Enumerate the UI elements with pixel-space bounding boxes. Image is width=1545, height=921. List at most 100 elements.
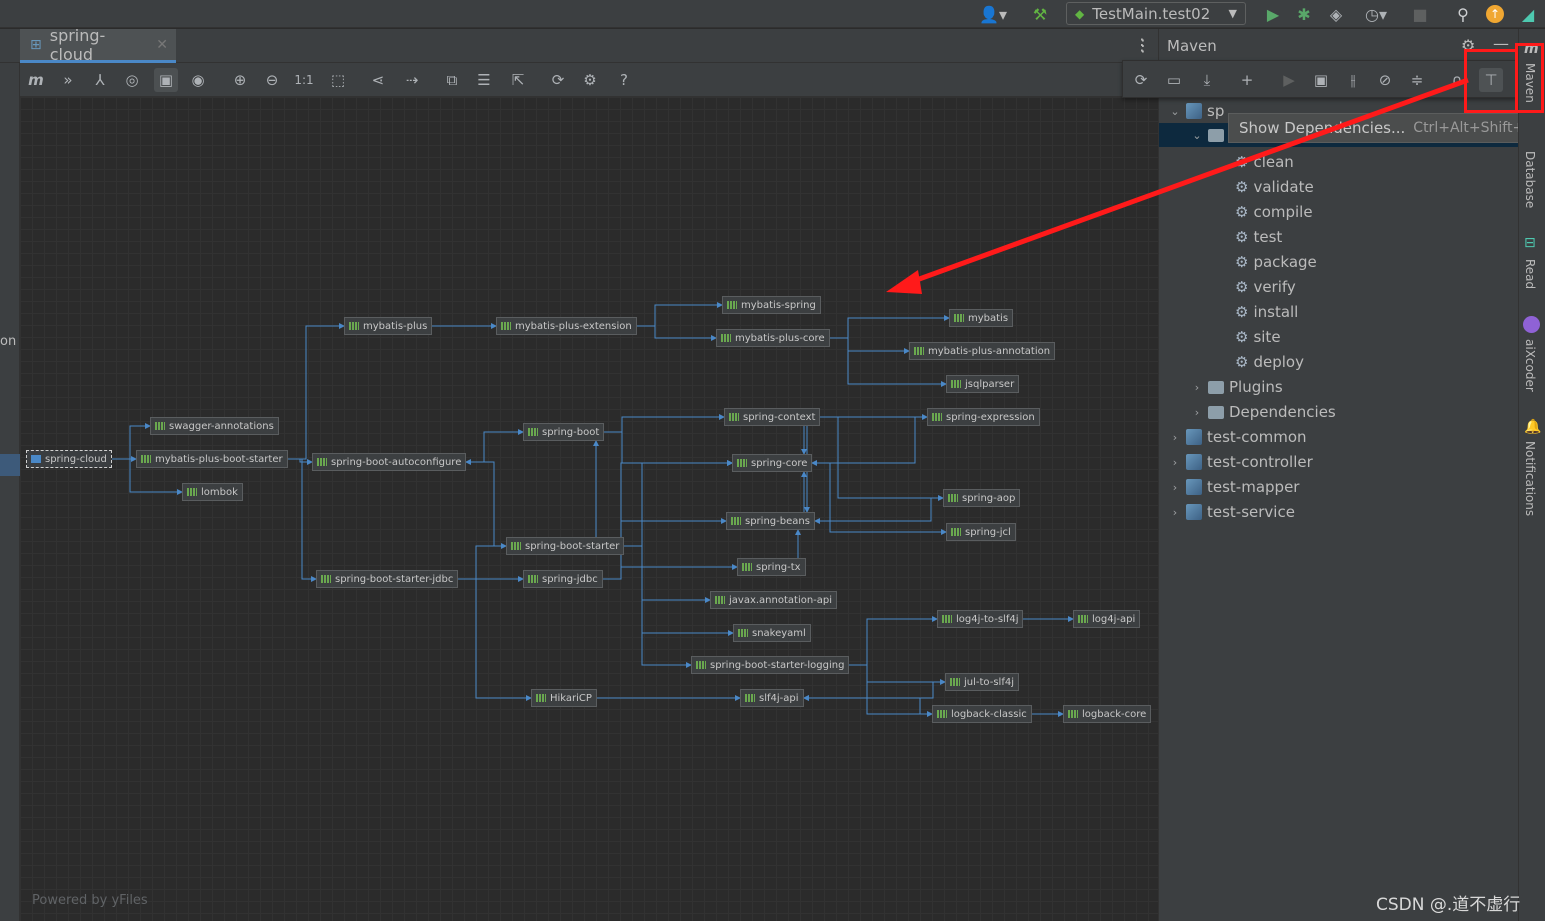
fit-page-icon[interactable]: ⬚	[326, 68, 350, 92]
node-spring-context[interactable]: spring-context	[724, 408, 821, 426]
node-mybatis[interactable]: mybatis	[949, 309, 1014, 327]
export-icon[interactable]: ⇱	[506, 68, 530, 92]
lifecycle-validate[interactable]: ⚙ validate	[1235, 175, 1314, 199]
node-spring-boot-starter-logging[interactable]: spring-boot-starter-logging	[691, 656, 850, 674]
fit-content-icon[interactable]: ▣	[154, 68, 178, 92]
node-jul-to-slf4j[interactable]: jul-to-slf4j	[945, 673, 1019, 691]
node-snakeyaml[interactable]: snakeyaml	[733, 624, 811, 642]
node-spring-core[interactable]: spring-core	[732, 454, 813, 472]
module-icon	[1186, 429, 1202, 445]
node-spring-aop[interactable]: spring-aop	[943, 489, 1021, 507]
update-icon[interactable]: ↑	[1484, 3, 1506, 25]
tree-dependencies[interactable]: › Dependencies	[1191, 400, 1336, 424]
layout-icon[interactable]: ☰	[472, 68, 496, 92]
lifecycle-test[interactable]: ⚙ test	[1235, 225, 1282, 249]
profiler-icon[interactable]: ◷▾	[1356, 3, 1396, 25]
zoom-out-icon[interactable]: ⊖	[260, 68, 284, 92]
lifecycle-compile[interactable]: ⚙ compile	[1235, 200, 1313, 224]
node-spring-cloud[interactable]: spring-cloud	[26, 450, 112, 468]
node-spring-boot-autoconfigure[interactable]: spring-boot-autoconfigure	[312, 453, 467, 471]
coverage-icon[interactable]: ◈	[1325, 3, 1347, 25]
run-icon[interactable]: ▶	[1277, 68, 1301, 92]
tab-spring-cloud[interactable]: ⊞ spring-cloud ✕	[20, 26, 176, 64]
node-mybatis-plus-core[interactable]: mybatis-plus-core	[716, 329, 830, 347]
share-icon[interactable]: ⋖	[366, 68, 390, 92]
tree-lifecycle[interactable]: ⌄	[1191, 123, 1224, 147]
module-test-service[interactable]: › test-service	[1169, 500, 1295, 524]
node-spring-boot-starter[interactable]: spring-boot-starter	[506, 537, 625, 555]
side-tab-notifications[interactable]: Notifications	[1523, 441, 1537, 516]
node-spring-boot[interactable]: spring-boot	[523, 423, 605, 441]
node-mybatis-plus-boot-starter[interactable]: mybatis-plus-boot-starter	[136, 450, 288, 468]
execute-goal-icon[interactable]: ▣	[1309, 68, 1333, 92]
zoom-in-icon[interactable]: ⊕	[228, 68, 252, 92]
diagram-canvas[interactable]: spring-cloud swagger-annotations mybatis-p…	[20, 97, 1158, 921]
copy-icon[interactable]: ⧉	[440, 68, 464, 92]
node-spring-jdbc[interactable]: spring-jdbc	[523, 570, 603, 588]
more-options-icon[interactable]: ⋮	[1135, 36, 1151, 55]
node-mybatis-plus-extension[interactable]: mybatis-plus-extension	[496, 317, 637, 335]
debug-icon[interactable]: ✱	[1293, 3, 1315, 25]
node-lombok[interactable]: lombok	[182, 483, 243, 501]
stop-icon[interactable]: ■	[1410, 3, 1430, 25]
node-spring-tx[interactable]: spring-tx	[737, 558, 806, 576]
eye-icon[interactable]: ◉	[186, 68, 210, 92]
node-javax-annotation-api[interactable]: javax.annotation-api	[710, 591, 838, 609]
node-logback-core[interactable]: logback-core	[1063, 705, 1152, 723]
hammer-icon[interactable]: ⚒	[1028, 3, 1052, 25]
download-icon[interactable]: ⤓	[1195, 68, 1219, 92]
lifecycle-deploy[interactable]: ⚙ deploy	[1235, 350, 1304, 374]
node-logback-classic[interactable]: logback-classic	[932, 705, 1032, 723]
skip-tests-icon[interactable]: ⊘	[1373, 68, 1397, 92]
artifact-icon	[745, 694, 755, 702]
lifecycle-verify[interactable]: ⚙ verify	[1235, 275, 1296, 299]
node-spring-expression[interactable]: spring-expression	[927, 408, 1040, 426]
module-test-controller[interactable]: › test-controller	[1169, 450, 1313, 474]
toolbox-icon[interactable]: ◢	[1517, 3, 1539, 25]
node-mybatis-plus[interactable]: mybatis-plus	[344, 317, 433, 335]
search-icon[interactable]: ⚲	[1452, 3, 1474, 25]
node-log4j-to-slf4j[interactable]: log4j-to-slf4j	[937, 610, 1024, 628]
lifecycle-clean[interactable]: ⚙ clean	[1235, 150, 1294, 174]
node-spring-beans[interactable]: spring-beans	[726, 512, 815, 530]
module-test-mapper[interactable]: › test-mapper	[1169, 475, 1300, 499]
add-project-icon[interactable]: ▭	[1162, 68, 1186, 92]
collapse-all-icon[interactable]: ≑	[1405, 68, 1429, 92]
add-icon[interactable]: +	[1235, 68, 1259, 92]
node-mybatis-plus-annotation[interactable]: mybatis-plus-annotation	[909, 342, 1056, 360]
node-jsqlparser[interactable]: jsqlparser	[946, 375, 1020, 393]
maven-icon[interactable]: m	[24, 68, 48, 92]
side-tab-aixcoder[interactable]: aiXcoder	[1523, 339, 1537, 392]
node-spring-boot-starter-jdbc[interactable]: spring-boot-starter-jdbc	[316, 570, 459, 588]
artifact-icon	[727, 301, 737, 309]
toggle-offline-icon[interactable]: ⫲	[1341, 68, 1365, 92]
run-icon[interactable]: ▶	[1262, 3, 1284, 25]
module-test-common[interactable]: › test-common	[1169, 425, 1307, 449]
actual-size-button[interactable]: 1:1	[292, 68, 316, 92]
side-tab-read[interactable]: Read	[1523, 259, 1537, 289]
show-conflicts-icon[interactable]: »	[56, 68, 80, 92]
node-spring-jcl[interactable]: spring-jcl	[946, 523, 1016, 541]
reload-icon[interactable]: ⟳	[1129, 68, 1153, 92]
lifecycle-site[interactable]: ⚙ site	[1235, 325, 1281, 349]
help-button[interactable]: ?	[612, 68, 636, 92]
gear-icon: ⚙	[1235, 328, 1249, 346]
close-icon[interactable]: ✕	[156, 37, 168, 53]
refresh-icon[interactable]: ⟳	[546, 68, 570, 92]
tree-plugins[interactable]: › Plugins	[1191, 375, 1283, 399]
side-tab-database[interactable]: Database	[1523, 151, 1537, 208]
node-swagger-annotations[interactable]: swagger-annotations	[150, 417, 279, 435]
run-config-selector[interactable]: ◆ TestMain.test02 ▼	[1066, 2, 1246, 25]
route-edges-icon[interactable]: ⇢	[400, 68, 424, 92]
node-hikaricp[interactable]: HikariCP	[531, 689, 597, 707]
tree-project-root[interactable]: ⌄ sp	[1169, 99, 1224, 123]
lifecycle-package[interactable]: ⚙ package	[1235, 250, 1317, 274]
node-slf4j-api[interactable]: slf4j-api	[740, 689, 804, 707]
lifecycle-install[interactable]: ⚙ install	[1235, 300, 1298, 324]
person-icon[interactable]: 👤▾	[976, 3, 1010, 25]
hierarchy-icon[interactable]: ⅄	[88, 68, 112, 92]
node-mybatis-spring[interactable]: mybatis-spring	[722, 296, 821, 314]
node-log4j-api[interactable]: log4j-api	[1073, 610, 1141, 628]
settings-icon[interactable]: ⚙	[578, 68, 602, 92]
focus-icon[interactable]: ◎	[120, 68, 144, 92]
